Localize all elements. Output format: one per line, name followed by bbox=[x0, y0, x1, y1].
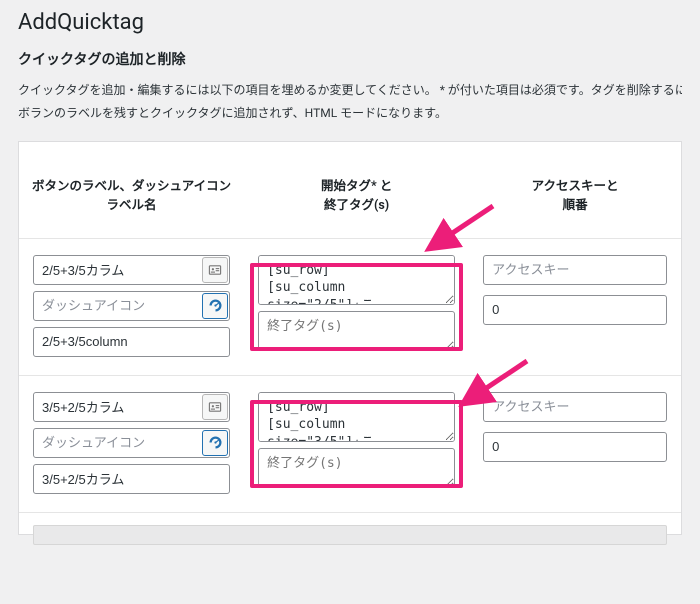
access-key-input[interactable] bbox=[483, 255, 667, 285]
description-line-2: ボランのラベルを残すとクイックタグに追加されず、HTML モードになります。 bbox=[18, 104, 682, 123]
table-header-row: ボタンのラベル、ダッシュアイコン ラベル名 開始タグ* と 終了タグ(s) bbox=[19, 142, 681, 238]
end-tag-textarea[interactable] bbox=[258, 311, 455, 351]
id-card-icon bbox=[202, 257, 228, 283]
dashicon-input[interactable] bbox=[33, 291, 230, 321]
page-title: AddQuicktag bbox=[18, 10, 682, 35]
th-label: ボタンのラベル、ダッシュアイコン ラベル名 bbox=[19, 178, 244, 216]
button-label-input[interactable] bbox=[33, 255, 230, 285]
dashicon-picker-button[interactable] bbox=[202, 430, 228, 456]
th-tags-line2: 終了タグ(s) bbox=[324, 198, 389, 213]
th-key-line2: 順番 bbox=[563, 198, 588, 213]
footer-strip bbox=[33, 525, 667, 545]
start-tag-textarea[interactable] bbox=[258, 392, 455, 442]
th-key: アクセスキーと 順番 bbox=[469, 178, 681, 216]
access-key-input[interactable] bbox=[483, 392, 667, 422]
th-label-line1: ボタンのラベル、ダッシュアイコン bbox=[32, 179, 231, 194]
th-tags-line1: 開始タグ* と bbox=[321, 179, 392, 194]
button-label-input[interactable] bbox=[33, 392, 230, 422]
quicktag-row bbox=[19, 375, 681, 512]
th-tags: 開始タグ* と 終了タグ(s) bbox=[244, 178, 469, 216]
description-line-1: クイックタグを追加・編集するには以下の項目を埋めるか変更してください。 * が付… bbox=[18, 81, 682, 100]
quicktag-panel: ボタンのラベル、ダッシュアイコン ラベル名 開始タグ* と 終了タグ(s) bbox=[18, 141, 682, 535]
quicktag-row bbox=[19, 238, 681, 375]
order-input[interactable] bbox=[483, 295, 667, 325]
dashicon-input[interactable] bbox=[33, 428, 230, 458]
end-tag-textarea[interactable] bbox=[258, 448, 455, 488]
title-attr-input[interactable] bbox=[33, 327, 230, 357]
th-label-line2: ラベル名 bbox=[107, 198, 157, 213]
th-key-line1: アクセスキーと bbox=[532, 179, 619, 194]
order-input[interactable] bbox=[483, 432, 667, 462]
dashicon-picker-button[interactable] bbox=[202, 293, 228, 319]
section-title: クイックタグの追加と削除 bbox=[18, 49, 682, 69]
panel-footer bbox=[19, 512, 681, 534]
id-card-icon bbox=[202, 394, 228, 420]
start-tag-textarea[interactable] bbox=[258, 255, 455, 305]
title-attr-input[interactable] bbox=[33, 464, 230, 494]
